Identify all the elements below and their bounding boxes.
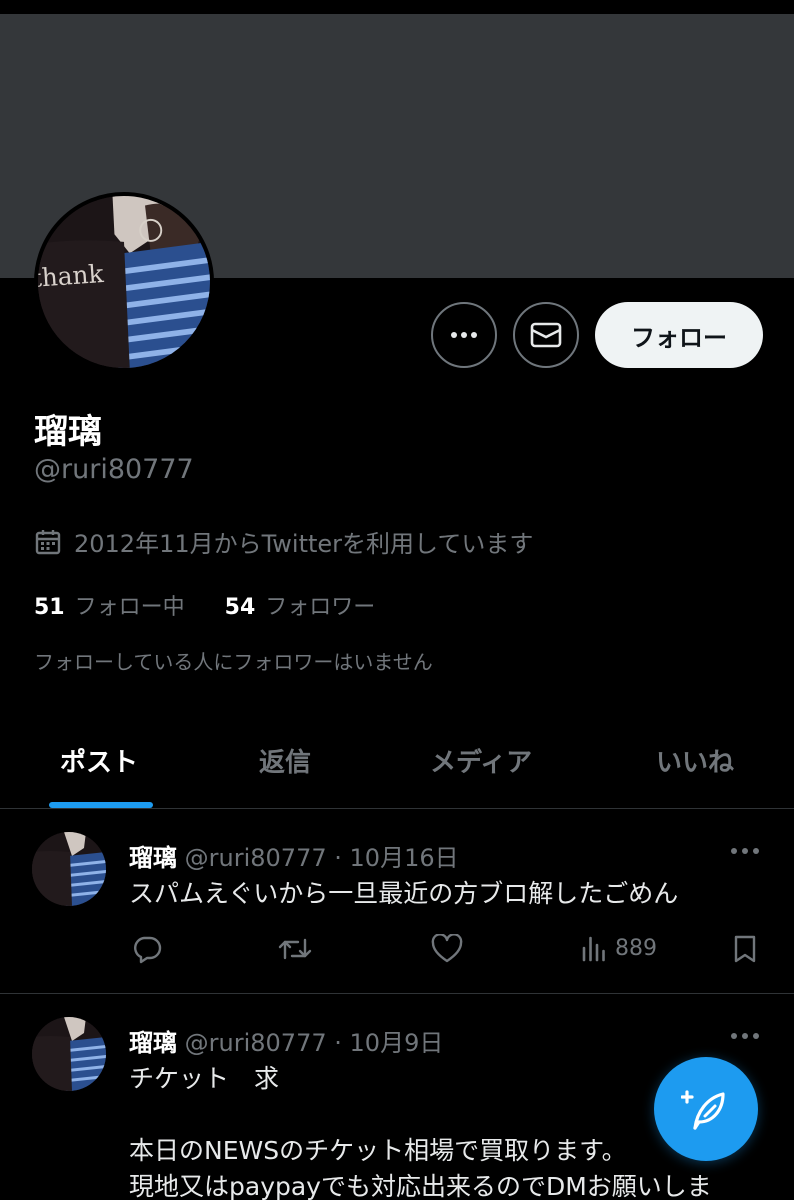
tweet-more-button[interactable]	[730, 1025, 760, 1044]
compose-post-icon	[681, 1090, 725, 1130]
tweet-more-button[interactable]	[730, 840, 760, 859]
followers-link[interactable]: 54 フォロワー	[225, 589, 376, 621]
tweet[interactable]: 瑠璃 @ruri80777 · 10月16日 スパムえぐいから一旦最近の方ブロ解…	[0, 810, 794, 994]
ellipsis-icon	[731, 1033, 759, 1039]
tab-posts[interactable]: ポスト	[60, 742, 138, 779]
repost-button[interactable]	[278, 934, 312, 964]
followers-count: 54	[224, 595, 256, 620]
joined-text: 2012年11月からTwitterを利用しています	[74, 530, 534, 558]
follow-button[interactable]: フォロー	[595, 302, 763, 368]
tweet-header: 瑠璃 @ruri80777 · 10月9日	[129, 1023, 443, 1058]
tweet-avatar[interactable]	[32, 1017, 106, 1091]
tweet-author-handle: @ruri80777	[184, 844, 327, 872]
tweet-text-line: 本日のNEWSのチケット相場で買取ります。	[129, 1136, 627, 1165]
tweet-text: スパムえぐいから一旦最近の方ブロ解したごめん	[129, 876, 678, 912]
bookmark-button[interactable]	[732, 934, 758, 964]
active-tab-indicator	[49, 802, 153, 808]
tweet-text-line: スパムえぐいから一旦最近の方ブロ解したごめん	[129, 879, 679, 908]
profile-tabs: ポスト 返信 メディア いいね	[0, 728, 794, 809]
calendar-icon	[35, 529, 61, 554]
reply-icon	[134, 936, 162, 964]
tweet-date[interactable]: 10月16日	[350, 844, 459, 872]
compose-post-button[interactable]	[654, 1057, 758, 1161]
avatar-photo	[32, 1017, 106, 1091]
ellipsis-icon	[451, 332, 477, 338]
tweet-separator: ·	[334, 1029, 342, 1057]
views-button[interactable]: 889	[581, 934, 657, 962]
following-link[interactable]: 51 フォロー中	[34, 589, 185, 621]
tweet-text-line: チケット 求	[129, 1064, 280, 1093]
tweet-author-name[interactable]: 瑠璃	[129, 844, 177, 872]
views-icon	[582, 936, 605, 962]
followers-label: フォロワー	[265, 595, 376, 620]
mutual-followers-note: フォローしている人にフォロワーはいません	[34, 650, 433, 674]
tweet-separator: ·	[334, 844, 342, 872]
tweet-text: チケット 求 本日のNEWSのチケット相場で買取ります。 現地又はpaypayで…	[129, 1061, 712, 1200]
joined-date: 2012年11月からTwitterを利用しています	[34, 524, 533, 559]
repost-icon	[278, 938, 312, 960]
tab-replies[interactable]: 返信	[259, 742, 311, 779]
profile-name: 瑠璃	[34, 412, 102, 452]
heart-icon	[431, 934, 463, 963]
bookmark-icon	[734, 935, 756, 963]
like-button[interactable]	[431, 934, 463, 964]
tab-likes[interactable]: いいね	[656, 742, 734, 779]
ellipsis-icon	[731, 848, 759, 854]
tweet-actions: 889	[0, 934, 794, 974]
tweet-text-line	[129, 1097, 712, 1133]
more-options-button[interactable]	[431, 302, 497, 368]
tweet-date[interactable]: 10月9日	[350, 1029, 444, 1057]
views-count: 889	[615, 935, 657, 961]
svg-text:thank: thank	[38, 259, 105, 293]
tweet-author-name[interactable]: 瑠璃	[129, 1029, 177, 1057]
profile-avatar[interactable]: thank	[34, 192, 214, 372]
following-count: 51	[34, 595, 65, 620]
profile-handle: @ruri80777	[34, 454, 194, 485]
message-button[interactable]	[513, 302, 579, 368]
reply-button[interactable]	[132, 934, 162, 964]
tweet-avatar[interactable]	[32, 832, 106, 906]
profile-screen: thank フォロー 瑠璃 @ruri80777 2012年11月からTwitt…	[0, 0, 794, 1200]
following-label: フォロー中	[74, 595, 185, 620]
follow-counts: 51 フォロー中 54 フォロワー	[34, 589, 375, 621]
tab-media[interactable]: メディア	[430, 742, 532, 779]
tweet-header: 瑠璃 @ruri80777 · 10月16日	[129, 838, 459, 873]
tweet-author-handle: @ruri80777	[184, 1029, 327, 1057]
avatar-photo: thank	[38, 196, 210, 368]
tweet-text-line: 現地又はpaypayでも対応出来るのでDMお願いしま	[129, 1172, 712, 1200]
envelope-icon	[530, 322, 562, 348]
avatar-photo	[32, 832, 106, 906]
